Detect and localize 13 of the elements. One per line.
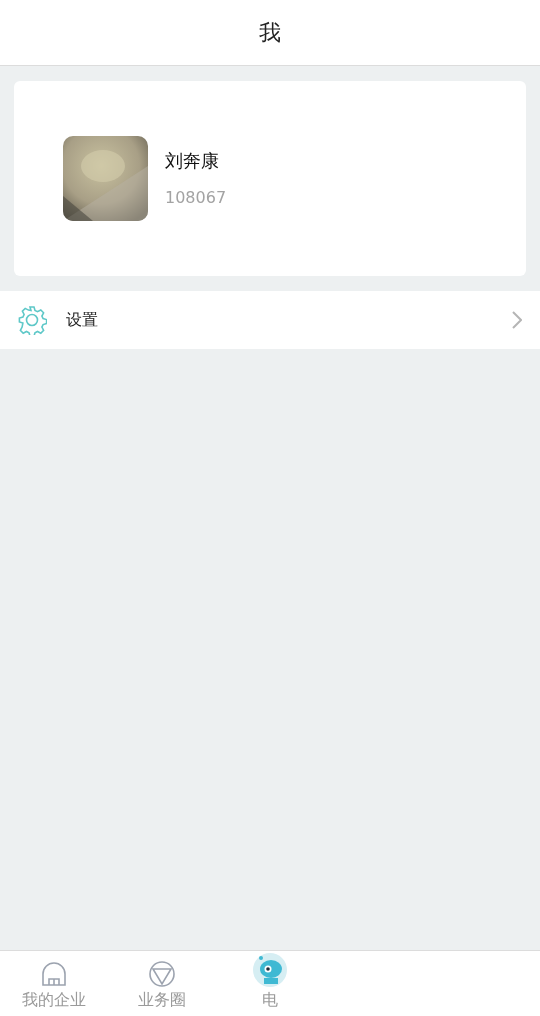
chevron-icon: [512, 311, 522, 329]
page-title: 我: [259, 19, 281, 47]
tab-item[interactable]: 我的企业: [0, 951, 108, 1016]
profile-card[interactable]: 刘奔康 108067: [14, 81, 526, 276]
user-name: 刘奔康: [165, 149, 220, 173]
triangle-circle-icon: [148, 960, 176, 988]
menu-item[interactable]: 设置: [0, 291, 540, 349]
menu-label: 设置: [66, 309, 98, 331]
arch-icon: [40, 960, 68, 988]
tab-item[interactable]: 业务圈: [108, 951, 216, 1016]
user-id: 108067: [165, 187, 227, 209]
tab-item[interactable]: 电: [216, 951, 324, 1016]
settings-icon: [17, 305, 47, 335]
